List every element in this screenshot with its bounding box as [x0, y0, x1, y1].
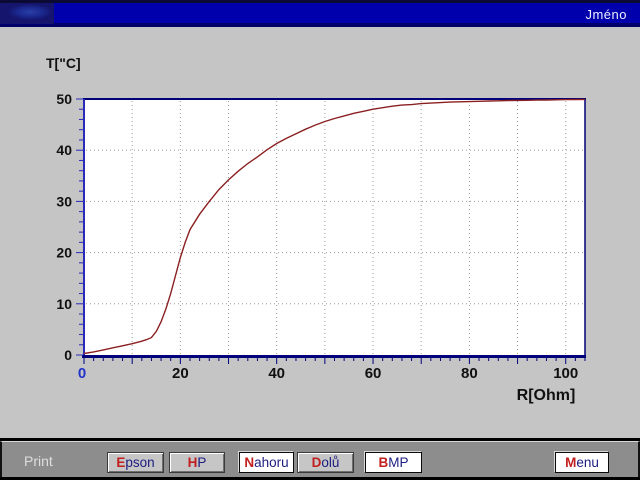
- x-tick-label: 60: [365, 365, 382, 382]
- chart-plot: 0 20 40 60 80 100 0 10 20 30 40 50: [0, 0, 640, 480]
- bmp-button-hotkey: B: [379, 455, 389, 470]
- menu-button-hotkey: M: [565, 455, 576, 470]
- menu-button-label: enu: [576, 455, 599, 470]
- menu-button[interactable]: Menu: [555, 452, 609, 473]
- y-tick-label: 30: [56, 193, 72, 209]
- hp-button[interactable]: HP: [169, 452, 225, 473]
- y-tick-label: 20: [56, 245, 72, 261]
- footer-bar: Print Epson HP Nahoru Dolů BMP Menu: [0, 438, 640, 480]
- print-label: Print: [24, 453, 53, 469]
- bmp-button[interactable]: BMP: [365, 452, 422, 473]
- y-axis-label: T["C]: [46, 55, 81, 71]
- dolu-button[interactable]: Dolů: [297, 452, 354, 473]
- hp-button-label: P: [197, 455, 206, 470]
- dolu-button-label: olů: [321, 455, 339, 470]
- x-tick-label: 80: [461, 365, 478, 382]
- plot-area: [84, 99, 585, 355]
- y-tick-label: 10: [56, 296, 72, 312]
- epson-button[interactable]: Epson: [107, 452, 164, 473]
- nahoru-button[interactable]: Nahoru: [239, 452, 294, 473]
- x-tick-label: 0: [78, 365, 86, 382]
- nahoru-button-hotkey: N: [244, 455, 254, 470]
- y-tick-label: 40: [56, 142, 72, 158]
- nahoru-button-label: ahoru: [254, 455, 289, 470]
- hp-button-hotkey: H: [188, 455, 198, 470]
- epson-button-label: pson: [125, 455, 154, 470]
- x-axis-label: R[Ohm]: [500, 387, 592, 405]
- epson-button-hotkey: E: [116, 455, 125, 470]
- footer-band: Print Epson HP Nahoru Dolů BMP Menu: [0, 441, 640, 477]
- x-tick-label: 40: [268, 365, 285, 382]
- app-window: Jméno 02040608010001020304050 T["C] R[Oh…: [0, 0, 640, 480]
- y-tick-label: 0: [64, 347, 72, 363]
- dolu-button-hotkey: D: [312, 455, 322, 470]
- bmp-button-label: MP: [388, 455, 408, 470]
- x-tick-label: 20: [172, 365, 189, 382]
- chart-region: 0 20 40 60 80 100 0 10 20 30 40 50 T["C] R[Ohm]: [0, 27, 640, 438]
- x-tick-label: 100: [553, 365, 578, 382]
- y-tick-label: 50: [56, 91, 72, 107]
